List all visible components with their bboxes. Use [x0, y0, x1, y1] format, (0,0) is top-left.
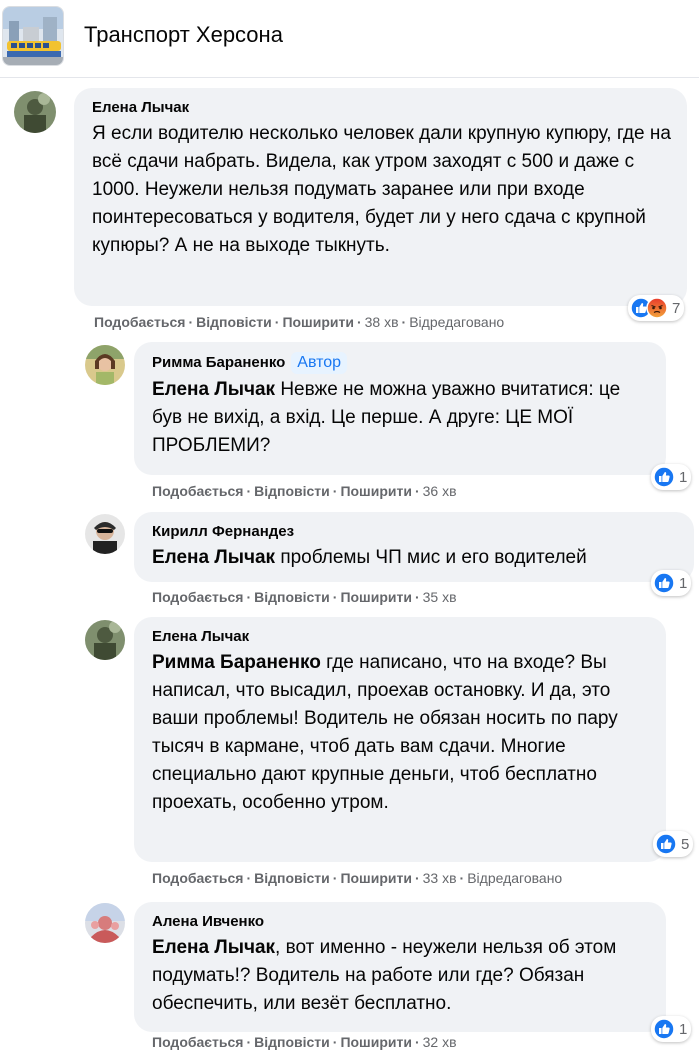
reaction-summary[interactable]: 1	[651, 1016, 692, 1042]
reply-action[interactable]: Відповісти	[196, 314, 272, 330]
like-action[interactable]: Подобається	[152, 589, 243, 605]
like-icon	[653, 1018, 675, 1040]
reply-action[interactable]: Відповісти	[254, 483, 330, 499]
reaction-count: 5	[681, 835, 690, 853]
comment-text: Я если водителю несколько человек дали к…	[92, 123, 671, 256]
share-action[interactable]: Поширити	[340, 589, 412, 605]
group-header: Транспорт Херсона	[0, 0, 699, 78]
comment-author[interactable]: Алена Ивченко	[152, 912, 652, 932]
like-icon	[653, 572, 675, 594]
reaction-summary[interactable]: 1	[651, 570, 692, 596]
comment-time[interactable]: 36 хв	[423, 483, 457, 499]
comment-bubble: Римма Бараненко Автор Елена Лычак Невже н…	[134, 342, 666, 475]
like-action[interactable]: Подобається	[152, 870, 243, 886]
comment-text: Елена Лычак, вот именно - неужели нельзя…	[152, 934, 652, 1018]
share-action[interactable]: Поширити	[340, 870, 412, 886]
comment-time[interactable]: 33 хв	[423, 870, 457, 886]
comment-time[interactable]: 32 хв	[423, 1034, 457, 1050]
avatar[interactable]	[85, 903, 125, 943]
comment-text: Римма Бараненко где написано, что на вхо…	[152, 649, 652, 817]
comment-bubble: Алена Ивченко Елена Лычак, вот именно - …	[134, 902, 666, 1032]
group-cover-thumbnail[interactable]	[2, 6, 64, 66]
reply-action[interactable]: Відповісти	[254, 589, 330, 605]
comment-bubble: Елена Лычак Я если водителю несколько че…	[74, 88, 687, 306]
comment-bubble: Елена Лычак Римма Бараненко где написано…	[134, 617, 666, 862]
avatar[interactable]	[85, 620, 125, 660]
group-title[interactable]: Транспорт Херсона	[84, 22, 283, 48]
like-action[interactable]: Подобається	[94, 314, 185, 330]
reaction-summary[interactable]: 5	[653, 831, 694, 857]
like-action[interactable]: Подобається	[152, 483, 243, 499]
like-action[interactable]: Подобається	[152, 1034, 243, 1050]
reaction-summary[interactable]: 1	[651, 464, 692, 490]
comment-bubble: Кирилл Фернандез Елена Лычак проблемы ЧП…	[134, 512, 694, 582]
author-badge: Автор	[291, 352, 348, 374]
mention-link[interactable]: Елена Лычак	[152, 379, 275, 400]
edited-label: Відредаговано	[409, 314, 505, 330]
mention-link[interactable]: Римма Бараненко	[152, 652, 321, 673]
like-icon	[655, 833, 677, 855]
mention-link[interactable]: Елена Лычак	[152, 547, 275, 568]
comment-time[interactable]: 35 хв	[423, 589, 457, 605]
comment-author[interactable]: Кирилл Фернандез	[152, 522, 680, 542]
angry-icon	[646, 297, 668, 319]
comment-actions: Подобається · Відповісти · Поширити · 33 хв · Ві…	[152, 870, 563, 886]
like-icon	[653, 466, 675, 488]
avatar[interactable]	[14, 91, 56, 133]
comment-actions: Подобається · Відповісти · Поширити · 38 хв · Ві…	[94, 314, 505, 330]
comment-text: Елена Лычак Невже не можна уважно вчитат…	[152, 376, 652, 460]
share-action[interactable]: Поширити	[340, 1034, 412, 1050]
comment-author[interactable]: Римма Бараненко	[152, 354, 285, 371]
comment-time[interactable]: 38 хв	[365, 314, 399, 330]
avatar[interactable]	[85, 514, 125, 554]
comment-author[interactable]: Елена Лычак	[92, 98, 673, 118]
comment-actions: Подобається · Відповісти · Поширити · 35 хв	[152, 589, 457, 605]
reaction-count: 1	[679, 1020, 688, 1038]
reaction-count: 1	[679, 574, 688, 592]
reaction-count: 7	[672, 299, 681, 317]
comment-actions: Подобається · Відповісти · Поширити · 32 хв	[152, 1034, 457, 1050]
comment-body: где написано, что на входе? Вы написал, …	[152, 652, 618, 813]
reply-action[interactable]: Відповісти	[254, 870, 330, 886]
reply-action[interactable]: Відповісти	[254, 1034, 330, 1050]
comment-body: проблемы ЧП мис и его водителей	[275, 547, 587, 568]
comment-text: Елена Лычак проблемы ЧП мис и его водите…	[152, 544, 680, 572]
avatar[interactable]	[85, 345, 125, 385]
reaction-summary[interactable]: 7	[628, 295, 685, 321]
share-action[interactable]: Поширити	[282, 314, 354, 330]
mention-link[interactable]: Елена Лычак	[152, 937, 275, 958]
edited-label: Відредаговано	[467, 870, 563, 886]
reaction-count: 1	[679, 468, 688, 486]
comment-actions: Подобається · Відповісти · Поширити · 36 хв	[152, 483, 457, 499]
comment-author[interactable]: Елена Лычак	[152, 627, 652, 647]
share-action[interactable]: Поширити	[340, 483, 412, 499]
